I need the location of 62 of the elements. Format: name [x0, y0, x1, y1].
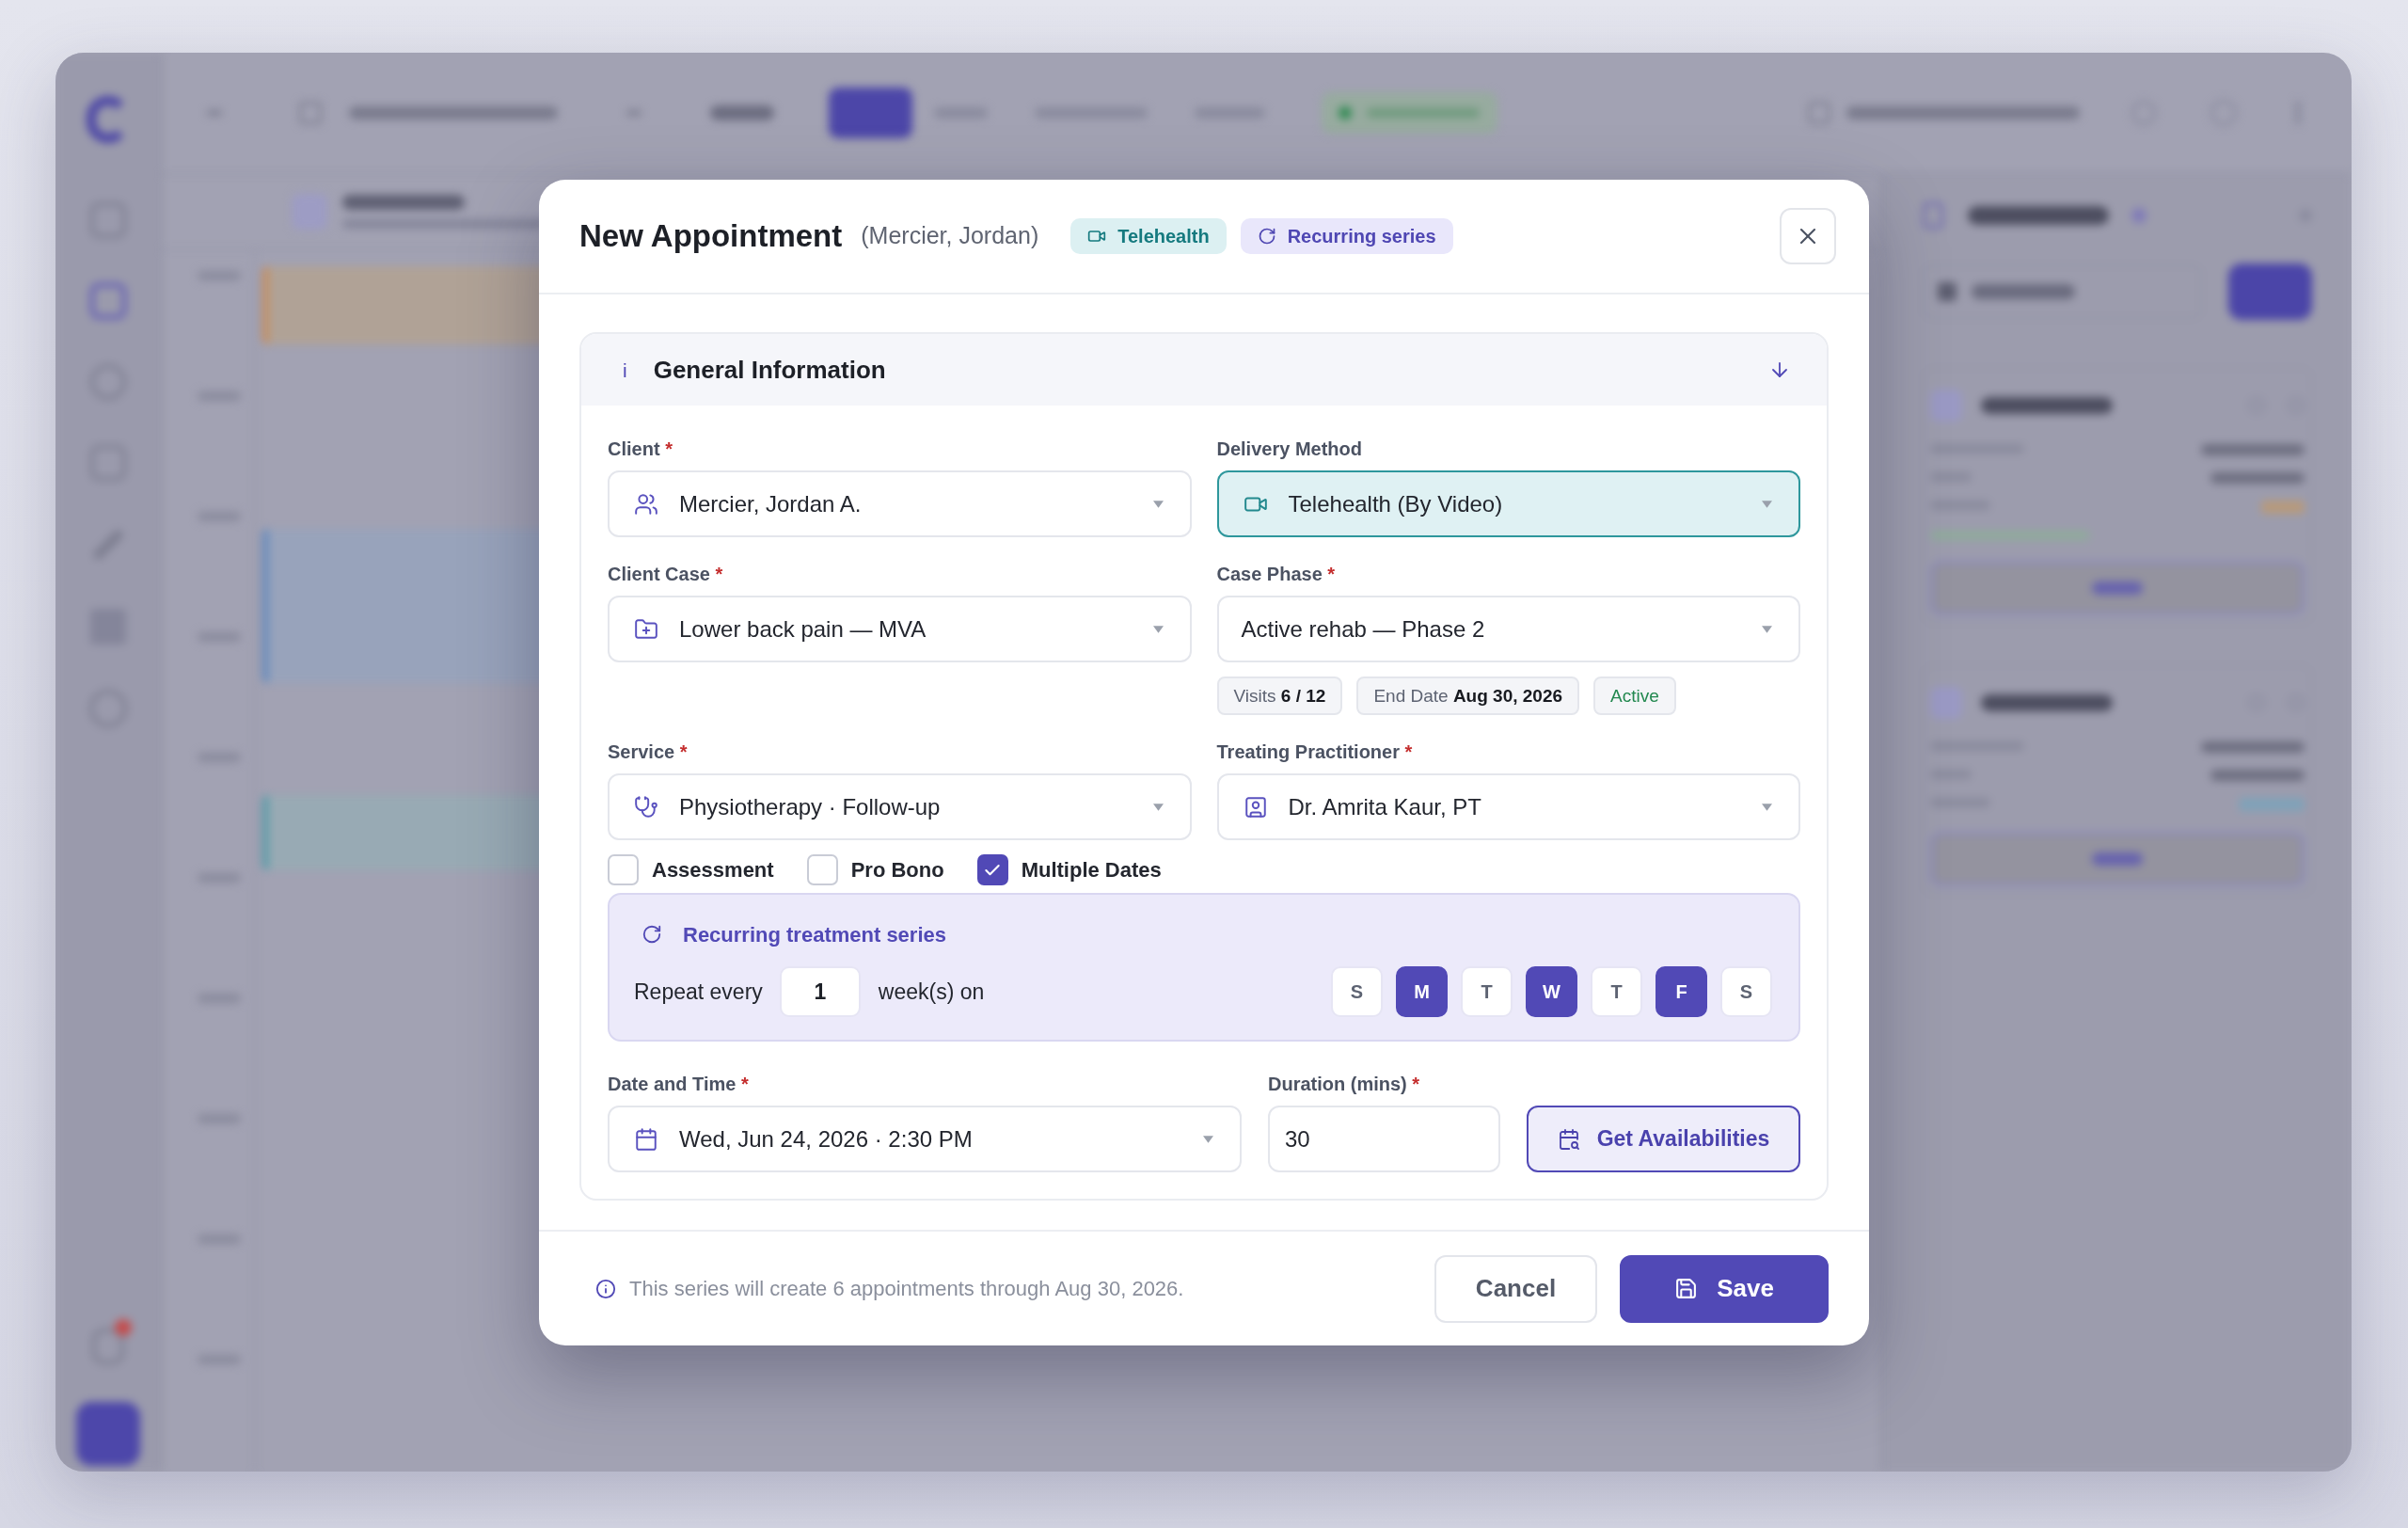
weekday-toggle[interactable]: F [1656, 966, 1707, 1017]
interval-input[interactable]: 1 [779, 966, 861, 1017]
weekday-toggle[interactable]: S [1331, 966, 1383, 1017]
info-icon: i [623, 359, 627, 380]
select-field[interactable]: Wed, Jun 24, 2026 · 2:30 PM [608, 1106, 1242, 1172]
caret-icon [1762, 625, 1772, 633]
weekday-toggle[interactable]: S [1720, 966, 1772, 1017]
info-icon [595, 1278, 616, 1299]
field-label: Duration (mins) * [1268, 1073, 1420, 1095]
footer-note: This series will create 6 appointments through Aug 30, 2026. [629, 1276, 1184, 1302]
checkbox-label[interactable]: Pro Bono [850, 854, 944, 885]
section-title: General Information [653, 354, 886, 386]
weekday-toggle[interactable]: M [1396, 966, 1448, 1017]
save-button[interactable]: Save [1620, 1254, 1829, 1323]
select-field[interactable]: Dr. Amrita Kaur, PT [1216, 773, 1800, 840]
circular-arrow-icon [642, 924, 662, 945]
stethoscope-icon [634, 794, 658, 820]
dialog-title: New Appointment [579, 217, 843, 256]
info-tag: Visits 6 / 12 [1216, 676, 1343, 715]
checkbox[interactable] [976, 854, 1008, 885]
field-label: Date and Time * [608, 1073, 749, 1095]
field-label: Treating Practitioner * [1216, 740, 1413, 763]
calendar-icon [634, 1126, 658, 1152]
select-field[interactable]: Active rehab — Phase 2 [1216, 596, 1800, 662]
select-field[interactable]: Physiotherapy · Follow-up [608, 773, 1192, 840]
badge: Recurring series [1240, 218, 1453, 254]
select-field[interactable]: Telehealth (By Video) [1216, 470, 1800, 537]
caret-icon [1152, 803, 1164, 811]
repeat-label: Repeat every [634, 978, 763, 1006]
calendar-search-icon [1557, 1127, 1580, 1151]
info-tag: End Date Aug 30, 2026 [1356, 676, 1580, 715]
field-label: Case Phase * [1216, 563, 1336, 585]
save-icon [1674, 1277, 1699, 1300]
duration-input[interactable]: 30 [1268, 1106, 1500, 1172]
folder-plus-icon [634, 616, 658, 642]
recurrence-title: Recurring treatment series [683, 921, 946, 948]
caret-icon [1152, 500, 1164, 508]
select-field[interactable]: Mercier, Jordan A. [608, 470, 1192, 537]
unit-label: week(s) on [878, 978, 985, 1006]
caret-icon [1762, 803, 1772, 811]
client-name: (Mercier, Jordan) [861, 221, 1039, 251]
weekday-toggle[interactable]: W [1526, 966, 1577, 1017]
field-label: Client Case * [608, 563, 723, 585]
person-card-icon [1243, 794, 1268, 820]
cancel-button[interactable]: Cancel [1434, 1254, 1597, 1323]
checkbox-label[interactable]: Assessment [652, 854, 774, 885]
status-tag: Active [1593, 676, 1676, 715]
checkbox-label[interactable]: Multiple Dates [1021, 854, 1162, 885]
close-button[interactable] [1780, 208, 1836, 264]
badge: Telehealth [1070, 218, 1227, 254]
field-label: Client * [608, 438, 673, 460]
weekday-toggle[interactable]: T [1461, 966, 1513, 1017]
caret-icon [1203, 1135, 1213, 1143]
caret-icon [1152, 625, 1164, 633]
field-label: Service * [608, 740, 688, 763]
field-label: Delivery Method [1216, 438, 1362, 460]
circular-arrow-icon [1257, 227, 1276, 246]
weekday-toggle[interactable]: T [1591, 966, 1642, 1017]
select-field[interactable]: Lower back pain — MVA [608, 596, 1192, 662]
availability-button[interactable]: Get Availabilities [1527, 1106, 1800, 1172]
people-icon [634, 491, 658, 517]
caret-icon [1762, 500, 1772, 508]
